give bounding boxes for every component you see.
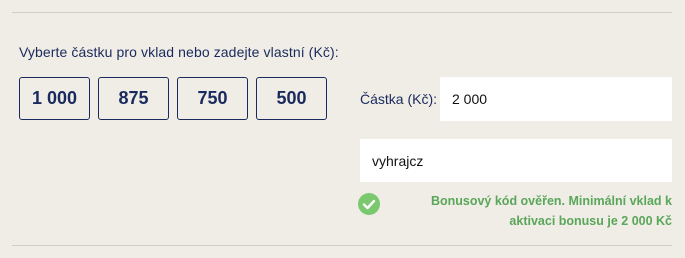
amount-label: Částka (Kč): — [360, 91, 438, 107]
preset-amount-button-875[interactable]: 875 — [98, 77, 169, 120]
preset-amount-group: 1 000 875 750 500 — [19, 77, 327, 120]
deposit-prompt: Vyberte částku pro vklad nebo zadejte vl… — [19, 44, 339, 60]
bonus-code-input[interactable]: vyhrajcz — [360, 139, 672, 182]
amount-input[interactable]: 2 000 — [440, 77, 672, 121]
preset-amount-button-750[interactable]: 750 — [177, 77, 248, 120]
bottom-divider — [12, 245, 672, 246]
bonus-verified-text: Bonusový kód ověřen. Minimální vklad k a… — [430, 194, 672, 228]
top-divider — [12, 12, 672, 13]
bonus-verified-message: Bonusový kód ověřen. Minimální vklad k a… — [356, 191, 672, 231]
preset-amount-button-500[interactable]: 500 — [256, 77, 327, 120]
check-circle-icon — [358, 193, 380, 215]
preset-amount-button-1000[interactable]: 1 000 — [19, 77, 90, 120]
